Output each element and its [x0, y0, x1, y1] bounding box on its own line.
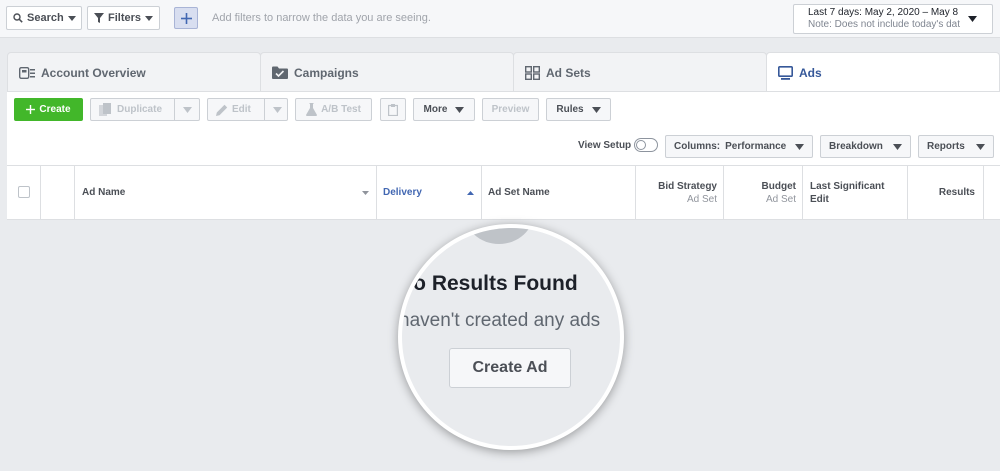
select-all-checkbox[interactable] — [18, 186, 30, 198]
column-sublabel: Ad Set — [686, 194, 717, 205]
chevron-down-icon — [795, 143, 804, 150]
select-all-cell — [7, 166, 41, 219]
rules-button-label: Rules — [556, 104, 584, 115]
column-label-stack: Last Significant Edit — [810, 180, 884, 206]
column-header-last-significant-edit[interactable]: Last Significant Edit — [803, 166, 908, 219]
column-label: Results — [938, 187, 975, 198]
column-header-ad-set-name[interactable]: Ad Set Name — [482, 166, 636, 219]
split-divider — [263, 98, 265, 121]
view-setup-label: View Setup — [578, 140, 632, 151]
folder-icon — [272, 66, 288, 79]
column-label-stack: Budget Ad Set — [762, 180, 796, 206]
tab-label: Ads — [799, 65, 822, 80]
tab-campaigns[interactable]: Campaigns — [260, 52, 514, 92]
duplicate-button[interactable]: Duplicate — [90, 98, 200, 121]
column-label: Edit — [810, 194, 829, 205]
column-label: Bid Strategy — [658, 181, 717, 192]
preview-button[interactable]: Preview — [482, 98, 539, 121]
column-label: Ad Name — [82, 187, 126, 198]
search-button[interactable]: Search — [6, 6, 82, 30]
search-button-label: Search — [27, 12, 64, 24]
more-button[interactable]: More — [413, 98, 475, 121]
column-sublabel: Ad Set — [765, 194, 796, 205]
status-column-header — [41, 166, 75, 219]
breakdown-button-label: Breakdown — [829, 141, 883, 152]
columns-prefix: Columns: — [674, 141, 721, 152]
reports-button[interactable]: Reports — [918, 135, 994, 158]
empty-state-title: No Results Found — [398, 272, 578, 295]
chevron-down-icon — [67, 15, 76, 21]
chevron-down-icon — [455, 106, 465, 113]
tab-account-overview[interactable]: Account Overview — [7, 52, 261, 92]
chevron-down-icon — [968, 16, 977, 22]
create-button-label: Create — [39, 104, 71, 115]
column-header-ad-name[interactable]: Ad Name — [75, 166, 377, 219]
create-ad-button[interactable]: Create Ad — [449, 348, 571, 388]
column-header-delivery[interactable]: Delivery — [377, 166, 482, 219]
columns-value: Performance — [725, 141, 787, 152]
tab-label: Ad Sets — [546, 65, 591, 80]
columns-button[interactable]: Columns: Performance — [665, 135, 813, 158]
level-tabs: Account Overview Campaigns Ad Sets Ads — [7, 52, 1000, 92]
chevron-down-icon — [145, 15, 154, 21]
account-overview-icon — [19, 66, 35, 79]
grid-icon — [525, 65, 540, 80]
add-filter-button[interactable] — [174, 7, 198, 29]
filter-funnel-icon — [94, 13, 104, 23]
tab-ad-sets[interactable]: Ad Sets — [513, 52, 767, 92]
view-setup-toggle[interactable] — [634, 138, 658, 152]
edit-button-label: Edit — [232, 104, 251, 115]
table-header: Ad Name Delivery Ad Set Name Bid Strateg… — [7, 165, 1000, 220]
ad-icon — [778, 65, 793, 80]
split-divider — [174, 98, 176, 121]
rules-button[interactable]: Rules — [546, 98, 611, 121]
column-header-budget[interactable]: Budget Ad Set — [724, 166, 803, 219]
search-icon — [13, 13, 23, 23]
reports-button-label: Reports — [927, 141, 965, 152]
filters-button-label: Filters — [108, 12, 142, 24]
column-label-stack: Bid Strategy Ad Set — [658, 180, 717, 206]
clipboard-button[interactable] — [380, 98, 406, 121]
pencil-icon — [216, 104, 228, 116]
flask-icon — [306, 103, 318, 116]
tab-label: Campaigns — [294, 65, 359, 80]
column-label: Budget — [761, 181, 796, 192]
preview-button-label: Preview — [491, 104, 530, 115]
sort-ascending-icon — [467, 191, 474, 195]
column-label: Ad Set Name — [488, 187, 550, 198]
edit-button[interactable]: Edit — [207, 98, 288, 121]
filters-button[interactable]: Filters — [87, 6, 160, 30]
ab-test-button-label: A/B Test — [321, 104, 361, 115]
date-range-picker[interactable]: Last 7 days: May 2, 2020 – May 8 Note: D… — [793, 4, 993, 34]
column-label: Delivery — [383, 187, 422, 198]
tab-ads[interactable]: Ads — [766, 52, 1000, 92]
more-button-label: More — [423, 104, 448, 115]
toggle-knob — [636, 140, 646, 150]
column-label: Last Significant — [810, 181, 885, 192]
ads-panel: Create Duplicate Edit A/B Test More Prev… — [7, 92, 1000, 166]
column-header-results[interactable]: Results — [908, 166, 984, 219]
chevron-down-icon — [272, 106, 282, 113]
plus-icon — [26, 105, 36, 114]
chevron-down-icon — [591, 106, 601, 113]
filter-hint-text: Add filters to narrow the data you are s… — [212, 12, 431, 24]
empty-state-subtitle: haven't created any ads — [399, 310, 601, 331]
date-range-label: Last 7 days: May 2, 2020 – May 8 — [808, 7, 959, 18]
chevron-down-icon — [976, 143, 985, 150]
filter-bar: Search Filters Add filters to narrow the… — [0, 0, 1000, 38]
clipboard-icon — [388, 103, 398, 116]
breakdown-button[interactable]: Breakdown — [820, 135, 911, 158]
plus-icon — [180, 12, 192, 24]
duplicate-icon — [99, 102, 111, 116]
column-header-bid-strategy[interactable]: Bid Strategy Ad Set — [636, 166, 724, 219]
tab-label: Account Overview — [41, 65, 146, 80]
ab-test-button[interactable]: A/B Test — [295, 98, 372, 121]
chevron-down-icon — [183, 106, 193, 113]
duplicate-button-label: Duplicate — [117, 104, 163, 115]
chevron-down-icon — [362, 191, 369, 195]
magnified-empty-state: No Results Found haven't created any ads… — [398, 224, 624, 450]
create-button[interactable]: Create — [14, 98, 83, 121]
chevron-down-icon — [893, 143, 902, 150]
date-range-note: Note: Does not include today's dat — [808, 19, 961, 30]
